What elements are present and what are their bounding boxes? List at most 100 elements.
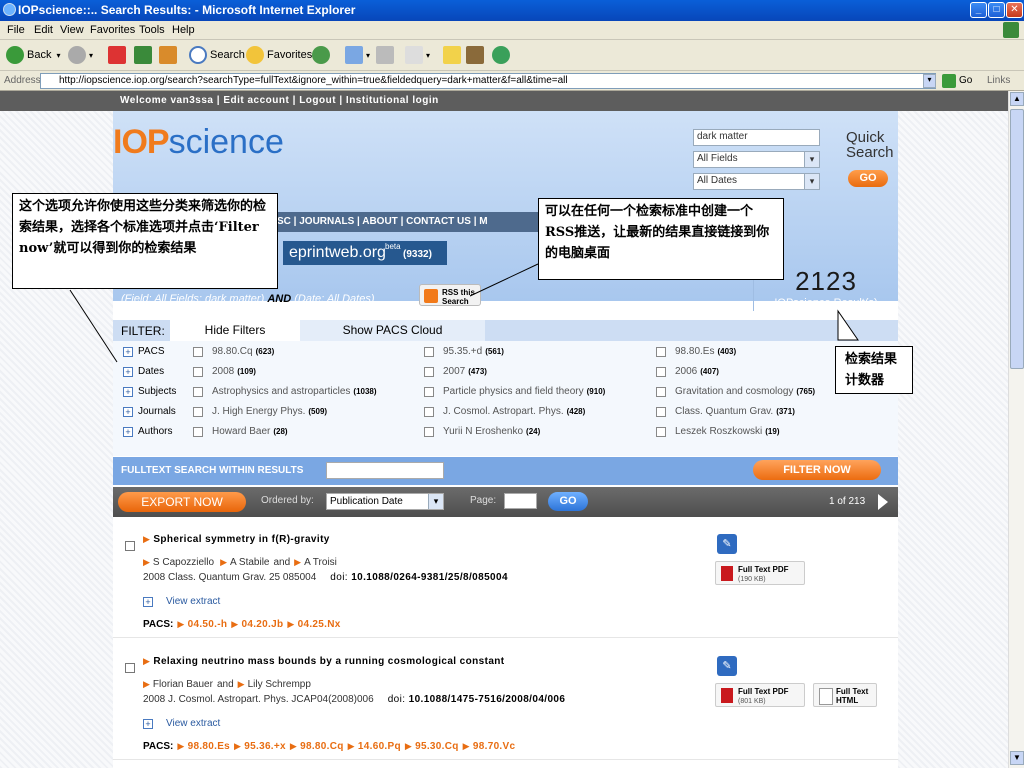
iopscience-logo[interactable]: IOPscience bbox=[113, 123, 284, 162]
filter-checkbox[interactable] bbox=[193, 346, 203, 357]
filter-option[interactable]: J. High Energy Phys. (509) bbox=[193, 406, 327, 417]
pacs-code-link[interactable]: ▶ 04.50.-h bbox=[177, 619, 227, 630]
filter-option[interactable]: J. Cosmol. Astropart. Phys. (428) bbox=[424, 406, 585, 417]
author-link[interactable]: A Stabile bbox=[230, 557, 269, 568]
expand-plus-icon[interactable]: + bbox=[123, 366, 133, 377]
full-text-pdf-button[interactable]: Full Text PDF (190 KB) bbox=[715, 561, 805, 585]
filter-checkbox[interactable] bbox=[656, 406, 666, 417]
search-button[interactable]: Search bbox=[189, 46, 245, 64]
address-input[interactable]: http://iopscience.iop.org/search?searchT… bbox=[40, 73, 936, 89]
forward-button[interactable]: ▾ bbox=[68, 46, 93, 64]
tag-icon[interactable]: ✎ bbox=[717, 534, 737, 554]
menu-help[interactable]: Help bbox=[172, 24, 195, 36]
scroll-down-icon[interactable]: ▼ bbox=[1010, 751, 1024, 765]
filter-checkbox[interactable] bbox=[193, 406, 203, 417]
scroll-up-icon[interactable]: ▲ bbox=[1010, 92, 1024, 106]
filter-checkbox[interactable] bbox=[656, 346, 666, 357]
expand-plus-icon[interactable]: + bbox=[123, 346, 133, 357]
messenger-button[interactable] bbox=[492, 46, 513, 64]
next-page-icon[interactable] bbox=[878, 494, 888, 510]
result-checkbox[interactable] bbox=[125, 663, 135, 673]
menu-favorites[interactable]: Favorites bbox=[90, 24, 135, 36]
result-title-link[interactable]: ▶ Spherical symmetry in f(R)-gravity bbox=[143, 534, 330, 545]
pacs-code-link[interactable]: ▶ 04.25.Nx bbox=[287, 619, 340, 630]
expand-plus-icon[interactable]: + bbox=[143, 718, 153, 729]
filter-category-journals[interactable]: + Journals bbox=[123, 406, 176, 417]
filter-option[interactable]: Leszek Roszkowski (19) bbox=[656, 426, 780, 437]
author-link[interactable]: A Troisi bbox=[304, 557, 337, 568]
pacs-code-link[interactable]: ▶ 14.60.Pq bbox=[348, 741, 401, 752]
filter-category-authors[interactable]: + Authors bbox=[123, 426, 172, 437]
maximize-button[interactable]: □ bbox=[988, 2, 1005, 18]
filter-checkbox[interactable] bbox=[424, 346, 434, 357]
fulltext-input[interactable] bbox=[326, 462, 444, 479]
filter-category-pacs[interactable]: + PACS bbox=[123, 346, 165, 357]
links-button[interactable]: Links bbox=[987, 75, 1010, 86]
filter-option[interactable]: Particle physics and field theory (910) bbox=[424, 386, 605, 397]
full-text-pdf-button[interactable]: Full Text PDF (801 KB) bbox=[715, 683, 805, 707]
stop-button[interactable] bbox=[108, 46, 129, 64]
page-go-button[interactable]: GO bbox=[548, 492, 588, 511]
go-button[interactable]: Go bbox=[959, 75, 972, 86]
pacs-code-link[interactable]: ▶ 95.30.Cq bbox=[405, 741, 459, 752]
favorites-button[interactable]: Favorites bbox=[246, 46, 312, 64]
filter-option[interactable]: 95.35.+d (561) bbox=[424, 346, 504, 357]
author-link[interactable]: Lily Schrempp bbox=[248, 679, 311, 690]
discuss-button[interactable] bbox=[443, 46, 464, 64]
user-nav-links[interactable]: Welcome van3ssa | Edit account | Logout … bbox=[120, 95, 439, 106]
filter-option[interactable]: Class. Quantum Grav. (371) bbox=[656, 406, 795, 417]
filter-checkbox[interactable] bbox=[193, 386, 203, 397]
tag-icon[interactable]: ✎ bbox=[717, 656, 737, 676]
filter-option[interactable]: 2008 (109) bbox=[193, 366, 256, 377]
filter-checkbox[interactable] bbox=[424, 426, 434, 437]
pacs-code-link[interactable]: ▶ 95.36.+x bbox=[234, 741, 286, 752]
rss-search-button[interactable]: RSS this Search bbox=[419, 284, 481, 306]
author-link[interactable]: Florian Bauer bbox=[153, 679, 213, 690]
scroll-thumb[interactable] bbox=[1010, 109, 1024, 369]
filter-category-subjects[interactable]: + Subjects bbox=[123, 386, 176, 397]
vertical-scrollbar[interactable]: ▲ ▼ bbox=[1008, 91, 1024, 768]
filter-option[interactable]: 98.80.Es (403) bbox=[656, 346, 736, 357]
filter-checkbox[interactable] bbox=[424, 386, 434, 397]
menu-view[interactable]: View bbox=[60, 24, 84, 36]
page-input[interactable] bbox=[504, 493, 537, 509]
filter-checkbox[interactable] bbox=[656, 366, 666, 377]
filter-checkbox[interactable] bbox=[656, 426, 666, 437]
minimize-button[interactable]: _ bbox=[970, 2, 987, 18]
filter-checkbox[interactable] bbox=[656, 386, 666, 397]
close-button[interactable]: ✕ bbox=[1006, 2, 1023, 18]
print-button[interactable] bbox=[376, 46, 397, 64]
filter-option[interactable]: Gravitation and cosmology (765) bbox=[656, 386, 815, 397]
filter-checkbox[interactable] bbox=[193, 426, 203, 437]
filter-option[interactable]: 2006 (407) bbox=[656, 366, 719, 377]
order-select[interactable]: Publication Date bbox=[326, 493, 444, 510]
mail-button[interactable]: ▾ bbox=[345, 46, 370, 64]
menu-edit[interactable]: Edit bbox=[34, 24, 53, 36]
edit-button[interactable]: ▾ bbox=[405, 46, 430, 64]
refresh-button[interactable] bbox=[134, 46, 155, 64]
expand-plus-icon[interactable]: + bbox=[123, 426, 133, 437]
author-link[interactable]: S Capozziello bbox=[153, 557, 214, 568]
export-now-button[interactable]: EXPORT NOW bbox=[118, 492, 246, 512]
go-arrow-icon[interactable] bbox=[942, 74, 956, 88]
view-extract-link[interactable]: + View extract bbox=[143, 718, 220, 729]
pacs-code-link[interactable]: ▶ 98.80.Es bbox=[177, 741, 230, 752]
pacs-code-link[interactable]: ▶ 98.80.Cq bbox=[290, 741, 344, 752]
expand-plus-icon[interactable]: + bbox=[123, 406, 133, 417]
history-button[interactable] bbox=[312, 46, 333, 64]
filter-option[interactable]: Astrophysics and astroparticles (1038) bbox=[193, 386, 377, 397]
filter-option[interactable]: Howard Baer (28) bbox=[193, 426, 288, 437]
expand-plus-icon[interactable]: + bbox=[143, 596, 153, 607]
pacs-code-link[interactable]: ▶ 98.70.Vc bbox=[463, 741, 516, 752]
filter-checkbox[interactable] bbox=[424, 406, 434, 417]
menu-tools[interactable]: Tools bbox=[139, 24, 165, 36]
home-button[interactable] bbox=[159, 46, 180, 64]
quick-search-go-button[interactable]: GO bbox=[848, 170, 888, 187]
quick-search-input[interactable]: dark matter bbox=[693, 129, 820, 146]
filter-checkbox[interactable] bbox=[193, 366, 203, 377]
field-select[interactable]: All Fields bbox=[693, 151, 820, 168]
filter-option[interactable]: Yurii N Eroshenko (24) bbox=[424, 426, 540, 437]
result-checkbox[interactable] bbox=[125, 541, 135, 551]
research-button[interactable] bbox=[466, 46, 487, 64]
view-extract-link[interactable]: + View extract bbox=[143, 596, 220, 607]
